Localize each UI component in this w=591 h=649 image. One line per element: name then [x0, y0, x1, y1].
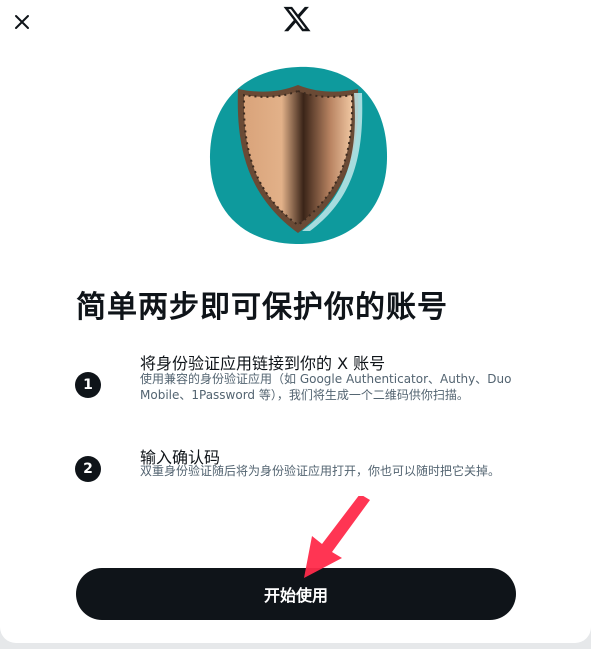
step-number-badge: 2 — [75, 456, 101, 482]
step-description: 双重身份验证随后将为身份验证应用打开，你也可以随时把它关掉。 — [140, 464, 501, 478]
shield-illustration — [209, 66, 388, 245]
step-description: 使用兼容的身份验证应用（如 Google Authenticator、Authy… — [140, 372, 512, 402]
close-button[interactable] — [6, 6, 38, 38]
get-started-button[interactable]: 开始使用 — [76, 568, 516, 620]
x-logo-icon — [283, 6, 311, 32]
close-icon — [15, 15, 29, 29]
two-factor-dialog: 简单两步即可保护你的账号 1 将身份验证应用链接到你的 X 账号 使用兼容的身份… — [0, 0, 591, 643]
step-number-badge: 1 — [75, 372, 101, 398]
page-title: 简单两步即可保护你的账号 — [76, 290, 448, 325]
